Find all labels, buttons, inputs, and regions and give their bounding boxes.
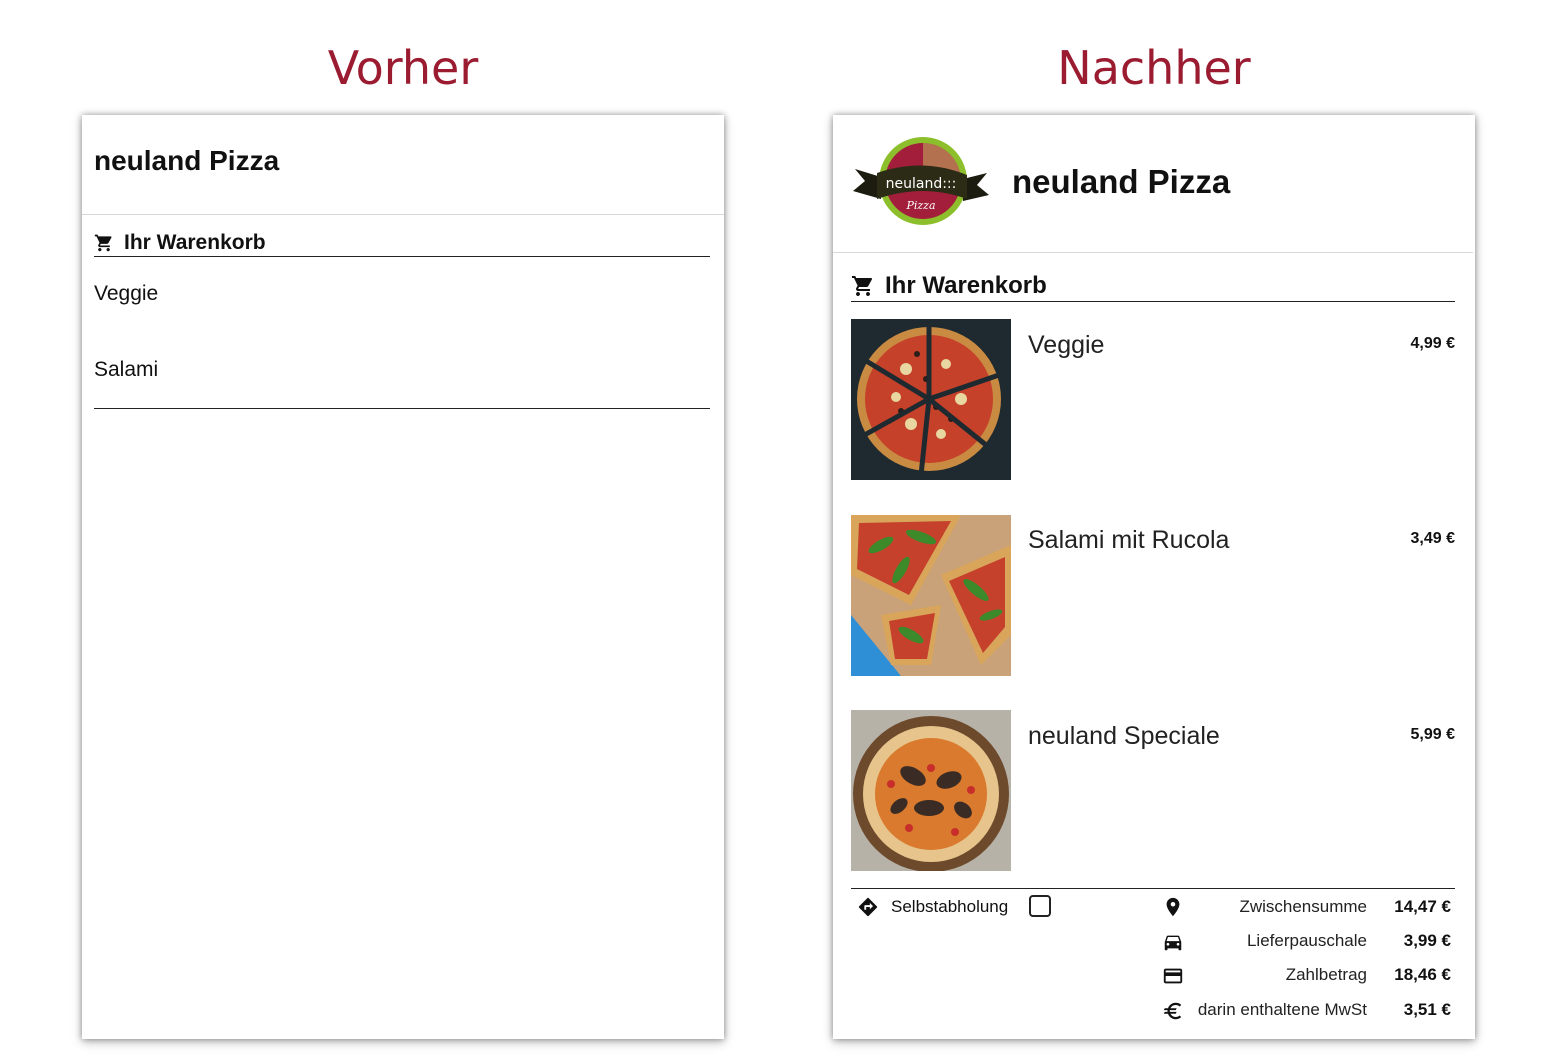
svg-text:Pizza: Pizza bbox=[905, 199, 935, 212]
car-icon bbox=[1164, 935, 1182, 951]
cart-icon bbox=[852, 276, 873, 296]
summary-label-total: Zahlbetrag bbox=[1285, 965, 1367, 984]
cart-item-price: 5,99 € bbox=[1410, 726, 1455, 743]
summary-value-vat: 3,51 € bbox=[1403, 1000, 1451, 1019]
cart-list-bottom-divider bbox=[94, 408, 710, 409]
summary-label-vat: darin enthaltene MwSt bbox=[1197, 1000, 1367, 1019]
header-divider bbox=[82, 214, 724, 215]
cart-heading-underline bbox=[94, 256, 710, 257]
heading-before: Vorher bbox=[327, 41, 479, 95]
cart-icon bbox=[94, 234, 112, 252]
summary-label-delivery: Lieferpauschale bbox=[1246, 931, 1367, 950]
summary-value-total: 18,46 € bbox=[1394, 965, 1451, 984]
credit-card-icon bbox=[1163, 968, 1183, 984]
panel-after: neuland::: Pizza neuland Pizza Ihr Waren… bbox=[833, 115, 1475, 1039]
map-pin-icon bbox=[1166, 897, 1180, 917]
pickup-checkbox[interactable] bbox=[1029, 895, 1051, 917]
summary-label-subtotal: Zwischensumme bbox=[1239, 897, 1367, 916]
cart-item-price: 3,49 € bbox=[1410, 530, 1455, 547]
svg-text:neuland:::: neuland::: bbox=[886, 176, 957, 192]
header-divider bbox=[833, 252, 1473, 253]
shop-title: neuland Pizza bbox=[94, 145, 280, 176]
cart-heading: Ihr Warenkorb bbox=[94, 231, 266, 255]
pickup-label: Selbstabholung bbox=[891, 897, 1009, 916]
euro-icon bbox=[1163, 1002, 1182, 1020]
summary-value-delivery: 3,99 € bbox=[1403, 931, 1451, 950]
directions-icon bbox=[858, 897, 878, 917]
cart-item-name[interactable]: Salami mit Rucola bbox=[1028, 526, 1229, 555]
pizza-thumbnail-speciale[interactable] bbox=[851, 710, 1011, 871]
cart-item-name[interactable]: neuland Speciale bbox=[1028, 722, 1220, 751]
cart-item-price: 4,99 € bbox=[1410, 335, 1455, 352]
neuland-pizza-logo[interactable]: neuland::: Pizza bbox=[851, 133, 991, 229]
cart-heading-label: Ihr Warenkorb bbox=[885, 272, 1047, 299]
cart-item[interactable]: Veggie bbox=[94, 282, 158, 306]
cart-heading-label: Ihr Warenkorb bbox=[124, 231, 266, 254]
shop-title: neuland Pizza bbox=[1012, 163, 1231, 200]
summary-value-subtotal: 14,47 € bbox=[1394, 897, 1451, 916]
panel-before: neuland Pizza Ihr Warenkorb Veggie Salam… bbox=[82, 115, 724, 1039]
cart-item-name[interactable]: Veggie bbox=[1028, 331, 1104, 360]
cart-summary-divider bbox=[851, 888, 1455, 889]
cart-heading-underline bbox=[851, 301, 1455, 302]
cart-heading: Ihr Warenkorb bbox=[851, 272, 1047, 300]
pizza-thumbnail-salami-rucola[interactable] bbox=[851, 515, 1011, 676]
heading-after: Nachher bbox=[1057, 41, 1251, 95]
pizza-thumbnail-veggie[interactable] bbox=[851, 319, 1011, 480]
cart-item[interactable]: Salami bbox=[94, 358, 158, 382]
